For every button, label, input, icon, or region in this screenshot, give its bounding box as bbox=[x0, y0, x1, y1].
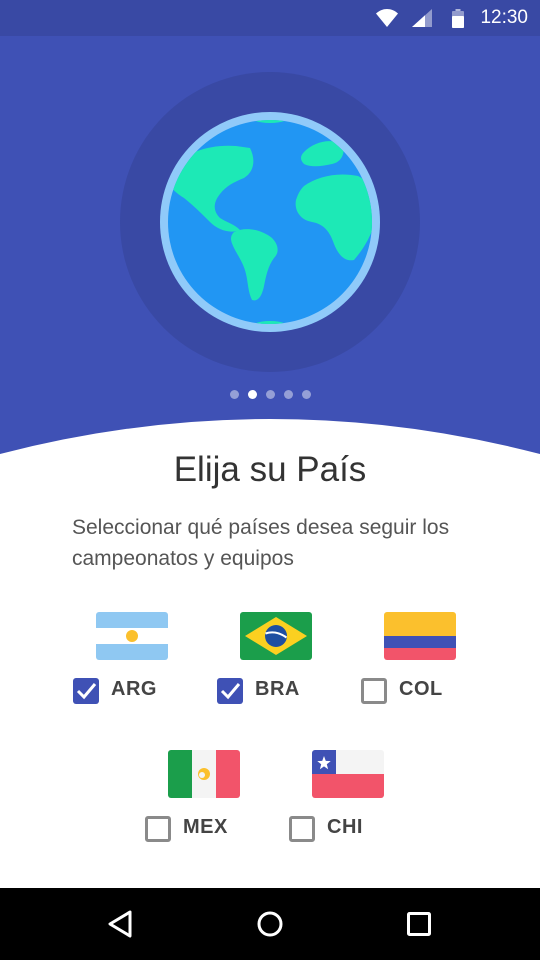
page-title: Elija su País bbox=[173, 450, 367, 489]
back-icon[interactable] bbox=[106, 909, 134, 939]
home-icon[interactable] bbox=[255, 909, 285, 939]
colombia-flag bbox=[384, 612, 456, 660]
page-dot[interactable] bbox=[265, 390, 275, 399]
checkbox-row[interactable]: BRA bbox=[216, 676, 336, 706]
country-code: CHI bbox=[327, 816, 363, 838]
status-time: 12:30 bbox=[480, 7, 528, 28]
checkbox-row[interactable]: MEX bbox=[144, 814, 264, 844]
argentina-flag bbox=[96, 612, 168, 660]
page-dot[interactable] bbox=[283, 390, 293, 399]
mex-checkbox[interactable] bbox=[145, 816, 171, 842]
country-code: ARG bbox=[111, 678, 157, 700]
page-subtitle: Seleccionar qué países desea seguir los … bbox=[72, 516, 450, 570]
recents-icon[interactable] bbox=[405, 909, 433, 939]
chi-checkbox[interactable] bbox=[289, 816, 315, 842]
page-indicator bbox=[0, 390, 540, 399]
checkbox-row[interactable]: COL bbox=[360, 676, 480, 706]
signal-icon bbox=[412, 9, 432, 27]
checkbox-row[interactable]: CHI bbox=[288, 814, 408, 844]
country-code: MEX bbox=[183, 816, 228, 838]
check-icon bbox=[220, 683, 241, 700]
wifi-icon bbox=[376, 9, 398, 27]
arg-checkbox[interactable] bbox=[73, 678, 99, 704]
page-dot[interactable] bbox=[229, 390, 239, 399]
chile-flag bbox=[312, 750, 384, 798]
country-code: COL bbox=[399, 678, 443, 700]
hero-header bbox=[0, 36, 540, 476]
brazil-flag bbox=[240, 612, 312, 660]
col-checkbox[interactable] bbox=[361, 678, 387, 704]
battery-icon bbox=[452, 9, 464, 28]
page-dot-active[interactable] bbox=[247, 390, 257, 399]
navigation-bar bbox=[0, 888, 540, 960]
bra-checkbox[interactable] bbox=[217, 678, 243, 704]
check-icon bbox=[76, 683, 97, 700]
country-code: BRA bbox=[255, 678, 300, 700]
page-dot[interactable] bbox=[301, 390, 311, 399]
mexico-flag bbox=[168, 750, 240, 798]
checkbox-row[interactable]: ARG bbox=[72, 676, 192, 706]
status-bar: 12:30 bbox=[0, 0, 540, 36]
globe-icon bbox=[160, 112, 380, 332]
